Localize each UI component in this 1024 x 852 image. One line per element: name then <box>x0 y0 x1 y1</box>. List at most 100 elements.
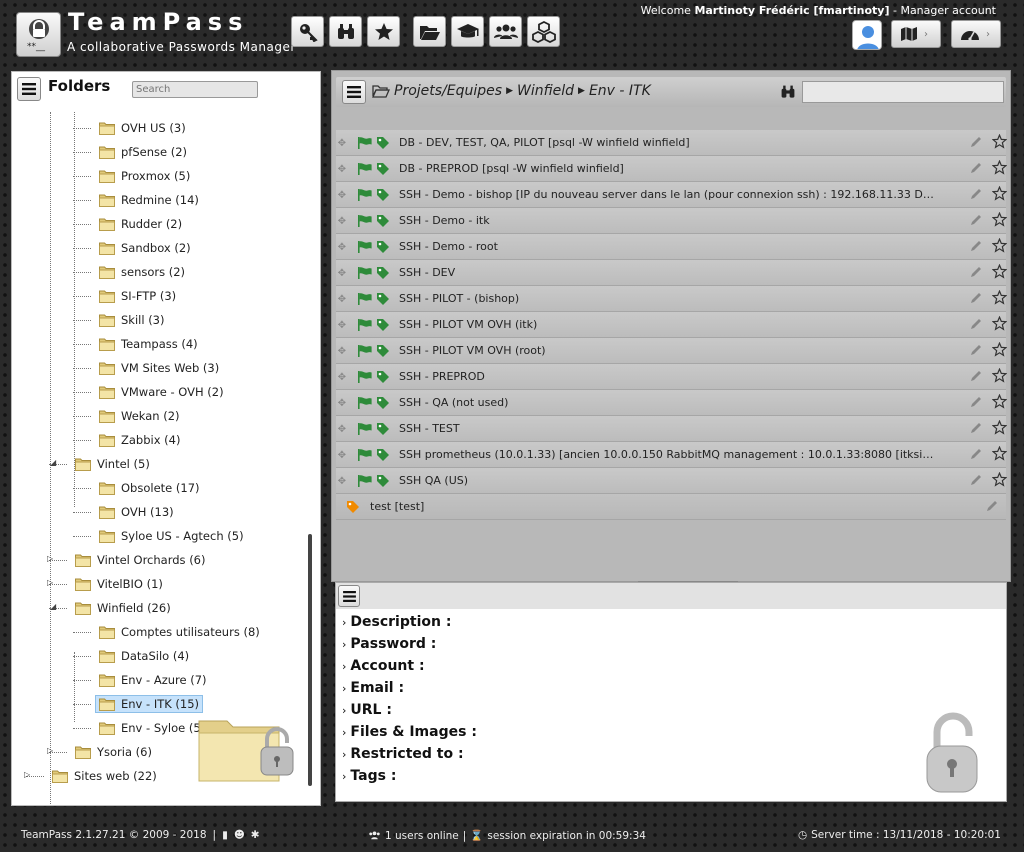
folder-tree-item[interactable]: Ysoria (6) <box>71 742 156 762</box>
edit-pencil-icon[interactable] <box>969 473 983 490</box>
edit-pencil-icon[interactable] <box>969 421 983 438</box>
favorite-star-icon[interactable] <box>991 289 1008 308</box>
item-row[interactable]: ✥ SSH - TEST <box>336 416 1008 442</box>
item-row[interactable]: test [test] <box>336 494 1006 520</box>
edit-pencil-icon[interactable] <box>969 343 983 360</box>
folder-open-icon[interactable] <box>413 16 446 47</box>
detail-field-toggle[interactable]: › Tags : <box>342 765 477 787</box>
folder-node[interactable]: Sites web (22) <box>48 767 161 785</box>
folder-node[interactable]: Ysoria (6) <box>71 743 156 761</box>
drag-handle-icon[interactable]: ✥ <box>338 343 346 358</box>
item-row[interactable]: ✥ SSH QA (US) <box>336 468 1008 494</box>
item-row[interactable]: ✥ SSH - QA (not used) <box>336 390 1008 416</box>
folder-tree-item[interactable]: Winfield (26) <box>71 598 175 618</box>
item-label[interactable]: SSH - PILOT VM OVH (itk) <box>399 318 939 331</box>
favorite-star-icon[interactable] <box>991 263 1008 282</box>
collapsed-caret-icon[interactable]: ▷ <box>47 554 53 563</box>
drag-handle-icon[interactable]: ✥ <box>338 213 346 228</box>
folder-node[interactable]: Vintel (5) <box>71 455 154 473</box>
graduation-cap-icon[interactable] <box>451 16 484 47</box>
item-row[interactable]: ✥ SSH - PILOT VM OVH (root) <box>336 338 1008 364</box>
folder-node[interactable]: Teampass (4) <box>95 335 202 353</box>
folder-tree-item[interactable]: Wekan (2) <box>95 406 184 426</box>
item-row[interactable]: ✥ SSH - PILOT VM OVH (itk) <box>336 312 1008 338</box>
drag-handle-icon[interactable]: ✥ <box>338 135 346 150</box>
edit-pencil-icon[interactable] <box>985 499 999 516</box>
folder-tree-item[interactable]: Zabbix (4) <box>95 430 184 450</box>
folder-node[interactable]: Proxmox (5) <box>95 167 194 185</box>
collapsed-caret-icon[interactable]: ▷ <box>24 770 30 779</box>
item-row[interactable]: ✥ DB - PREPROD [psql -W winfield winfield… <box>336 156 1008 182</box>
avatar[interactable] <box>852 20 882 50</box>
expanded-caret-icon[interactable]: ◢ <box>50 602 56 611</box>
folder-tree-item[interactable]: Env - ITK (15) <box>95 694 204 714</box>
favorite-star-icon[interactable] <box>991 445 1008 464</box>
item-label[interactable]: SSH - Demo - root <box>399 240 939 253</box>
favorite-star-icon[interactable] <box>991 393 1008 412</box>
drag-handle-icon[interactable]: ✥ <box>338 239 346 254</box>
drag-handle-icon[interactable]: ✥ <box>338 317 346 332</box>
breadcrumb-item[interactable]: Winfield <box>517 83 574 99</box>
folder-tree-item[interactable]: Teampass (4) <box>95 334 202 354</box>
folder-node[interactable]: DataSilo (4) <box>95 647 193 665</box>
folder-tree-item[interactable]: SI-FTP (3) <box>95 286 180 306</box>
folder-tree-item[interactable]: Vintel Orchards (6) <box>71 550 209 570</box>
expanded-caret-icon[interactable]: ◢ <box>50 458 56 467</box>
folder-node[interactable]: Comptes utilisateurs (8) <box>95 623 264 641</box>
folder-tree-item[interactable]: Rudder (2) <box>95 214 186 234</box>
folder-node[interactable]: Env - Syloe (5) <box>95 719 209 737</box>
folder-tree-item[interactable]: VM Sites Web (3) <box>95 358 223 378</box>
star-icon[interactable] <box>367 16 400 47</box>
folder-node[interactable]: Env - Azure (7) <box>95 671 211 689</box>
users-icon[interactable] <box>489 16 522 47</box>
item-label[interactable]: SSH - Demo - bishop [IP du nouveau serve… <box>399 188 939 201</box>
edit-pencil-icon[interactable] <box>969 213 983 230</box>
reddit-icon[interactable]: ☻ <box>234 829 245 841</box>
folder-node[interactable]: Skill (3) <box>95 311 169 329</box>
item-row[interactable]: ✥ SSH - PREPROD <box>336 364 1008 390</box>
edit-pencil-icon[interactable] <box>969 187 983 204</box>
favorite-star-icon[interactable] <box>991 185 1008 204</box>
details-menu-button[interactable] <box>338 585 360 607</box>
edit-pencil-icon[interactable] <box>969 447 983 464</box>
breadcrumb-item[interactable]: Env - ITK <box>589 83 651 99</box>
item-row[interactable]: ✥ DB - DEV, TEST, QA, PILOT [psql -W winf… <box>336 130 1008 156</box>
item-row[interactable]: ✥ SSH - Demo - itk <box>336 208 1008 234</box>
item-label[interactable]: SSH - PREPROD <box>399 370 939 383</box>
item-row[interactable]: ✥ SSH prometheus (10.0.1.33) [ancien 10.0… <box>336 442 1008 468</box>
folder-node[interactable]: Wekan (2) <box>95 407 184 425</box>
drag-handle-icon[interactable]: ✥ <box>338 447 346 462</box>
item-label[interactable]: DB - PREPROD [psql -W winfield winfield] <box>399 162 939 175</box>
edit-pencil-icon[interactable] <box>969 291 983 308</box>
detail-field-toggle[interactable]: › Email : <box>342 677 477 699</box>
folder-node[interactable]: sensors (2) <box>95 263 189 281</box>
collapsed-caret-icon[interactable]: ▷ <box>47 746 53 755</box>
item-label[interactable]: SSH - DEV <box>399 266 939 279</box>
folder-tree-item[interactable]: DataSilo (4) <box>95 646 193 666</box>
item-label[interactable]: SSH QA (US) <box>399 474 939 487</box>
folder-tree-item[interactable]: Env - Azure (7) <box>95 670 211 690</box>
edit-pencil-icon[interactable] <box>969 317 983 334</box>
folder-node[interactable]: Rudder (2) <box>95 215 186 233</box>
folder-tree-item[interactable]: sensors (2) <box>95 262 189 282</box>
folder-tree-item[interactable]: OVH US (3) <box>95 118 190 138</box>
collapsed-caret-icon[interactable]: ▷ <box>47 578 53 587</box>
drag-handle-icon[interactable]: ✥ <box>338 421 346 436</box>
item-label[interactable]: SSH - PILOT VM OVH (root) <box>399 344 939 357</box>
items-menu-button[interactable] <box>342 80 366 104</box>
folder-node[interactable]: OVH US (3) <box>95 119 190 137</box>
drag-handle-icon[interactable]: ✥ <box>338 291 346 306</box>
edit-pencil-icon[interactable] <box>969 135 983 152</box>
folder-node[interactable]: Winfield (26) <box>71 599 175 617</box>
folder-tree-item[interactable]: OVH (13) <box>95 502 178 522</box>
drag-handle-icon[interactable]: ✥ <box>338 369 346 384</box>
folder-tree-item[interactable]: VMware - OVH (2) <box>95 382 228 402</box>
folder-node[interactable]: Sandbox (2) <box>95 239 195 257</box>
favorite-star-icon[interactable] <box>991 211 1008 230</box>
folder-tree-item[interactable]: Sandbox (2) <box>95 238 195 258</box>
detail-field-toggle[interactable]: › Files & Images : <box>342 721 477 743</box>
folder-node[interactable]: pfSense (2) <box>95 143 191 161</box>
item-label[interactable]: SSH prometheus (10.0.1.33) [ancien 10.0.… <box>399 448 939 461</box>
detail-field-toggle[interactable]: › Account : <box>342 655 477 677</box>
cubes-icon[interactable] <box>527 16 560 47</box>
